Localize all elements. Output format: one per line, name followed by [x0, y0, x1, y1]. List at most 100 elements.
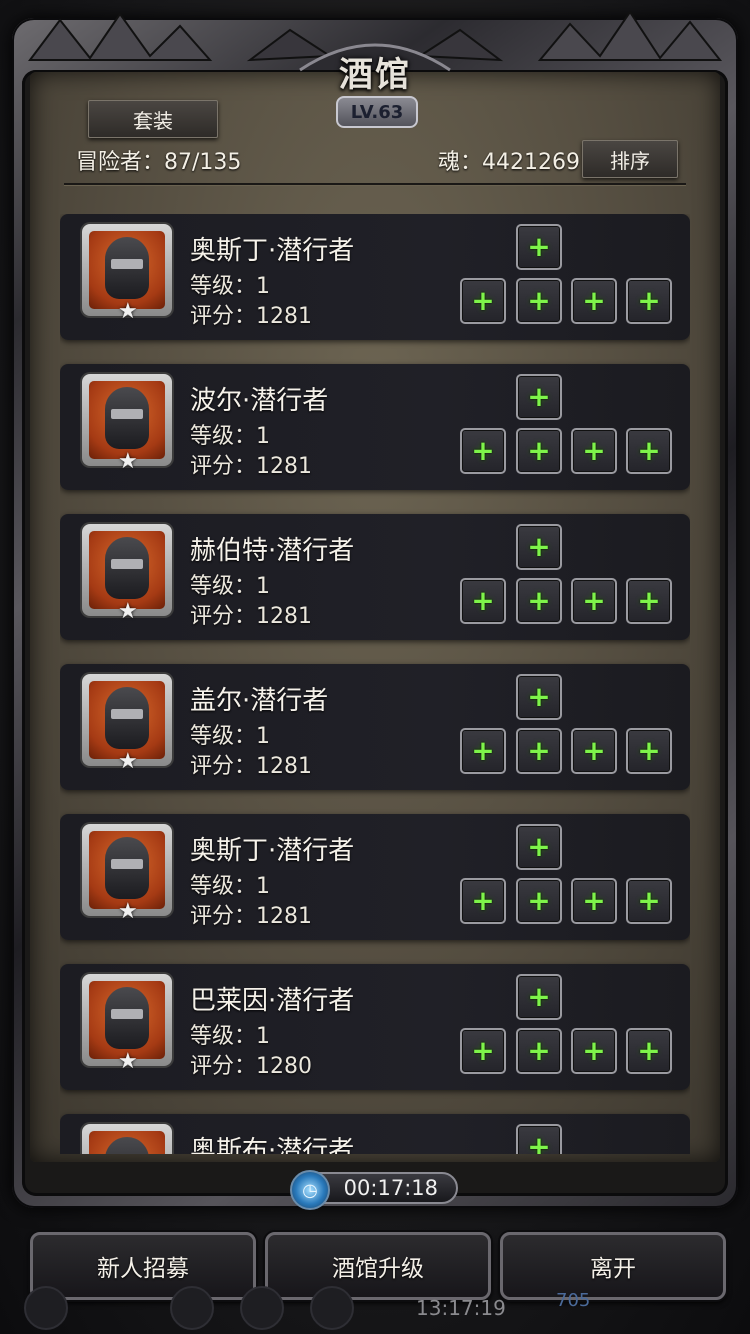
hero-portrait[interactable]: ★	[82, 674, 172, 774]
plus-icon: +	[582, 584, 606, 617]
equip-slot-accessory[interactable]: +	[626, 728, 672, 774]
equip-slot-head[interactable]: +	[516, 674, 562, 720]
hero-row[interactable]: ★ 赫伯特·潜行者 等级：1 评分：1281 + + + + +	[60, 514, 690, 640]
plus-icon: +	[582, 434, 606, 467]
hero-list[interactable]: ★ 奥斯丁·潜行者 等级：1 评分：1281 + + + + + ★ 波尔·潜行…	[60, 214, 690, 1154]
equip-slot-weapon[interactable]: +	[460, 278, 506, 324]
hero-portrait-art	[89, 231, 165, 309]
equip-slot-armor[interactable]: +	[516, 428, 562, 474]
plus-icon: +	[582, 734, 606, 767]
equip-slot-weapon[interactable]: +	[460, 428, 506, 474]
plus-icon: +	[527, 584, 551, 617]
status-number: 705	[556, 1290, 591, 1311]
upgrade-tavern-button[interactable]: 酒馆升级	[265, 1232, 491, 1300]
sort-button[interactable]: 排序	[582, 140, 678, 178]
equip-slot-ring[interactable]: +	[571, 728, 617, 774]
hero-portrait[interactable]: ★	[82, 224, 172, 324]
star-icon: ★	[118, 299, 138, 324]
equip-slot-armor[interactable]: +	[516, 728, 562, 774]
plus-icon: +	[637, 284, 661, 317]
plus-icon: +	[637, 434, 661, 467]
plus-icon: +	[527, 734, 551, 767]
star-icon: ★	[118, 599, 138, 624]
recruit-timer: ◷ 00:17:18	[290, 1170, 458, 1210]
divider	[64, 183, 686, 185]
equip-slot-accessory[interactable]: +	[626, 278, 672, 324]
plus-icon: +	[471, 884, 495, 917]
equip-slot-ring[interactable]: +	[571, 878, 617, 924]
equip-slot-weapon[interactable]: +	[460, 878, 506, 924]
visor-shape	[111, 859, 143, 869]
hero-portrait[interactable]: ★	[82, 824, 172, 924]
suit-button[interactable]: 套装	[88, 100, 218, 138]
equip-slot-ring[interactable]: +	[571, 278, 617, 324]
hero-row[interactable]: ★ 奥斯丁·潜行者 等级：1 评分：1281 + + + + +	[60, 214, 690, 340]
equip-slot-weapon[interactable]: +	[460, 1028, 506, 1074]
visor-shape	[111, 259, 143, 269]
hero-row[interactable]: ★ 奥斯布·潜行者 + + + + +	[60, 1114, 690, 1154]
hero-score: 评分：1281	[190, 754, 312, 779]
hero-level: 等级：1	[190, 874, 270, 899]
recruit-button[interactable]: 新人招募	[30, 1232, 256, 1300]
equip-slot-ring[interactable]: +	[571, 578, 617, 624]
equip-slot-armor[interactable]: +	[516, 1028, 562, 1074]
plus-icon: +	[471, 734, 495, 767]
equip-slot-accessory[interactable]: +	[626, 428, 672, 474]
plus-icon: +	[527, 230, 551, 263]
plus-icon: +	[637, 734, 661, 767]
equip-slot-accessory[interactable]: +	[626, 578, 672, 624]
hero-portrait[interactable]: ★	[82, 1124, 172, 1154]
hero-portrait-art	[89, 381, 165, 459]
equip-slot-ring[interactable]: +	[571, 1028, 617, 1074]
equip-slot-ring[interactable]: +	[571, 428, 617, 474]
plus-icon: +	[527, 830, 551, 863]
hero-portrait[interactable]: ★	[82, 524, 172, 624]
hero-portrait[interactable]: ★	[82, 974, 172, 1074]
equip-slot-head[interactable]: +	[516, 1124, 562, 1154]
plus-icon: +	[527, 980, 551, 1013]
hud-icon	[240, 1286, 284, 1330]
hud-icon	[24, 1286, 68, 1330]
plus-icon: +	[582, 284, 606, 317]
hero-row[interactable]: ★ 盖尔·潜行者 等级：1 评分：1281 + + + + +	[60, 664, 690, 790]
equip-slot-head[interactable]: +	[516, 224, 562, 270]
hero-portrait-art	[89, 681, 165, 759]
star-icon: ★	[118, 899, 138, 924]
hero-name: 奥斯丁·潜行者	[190, 836, 355, 866]
hero-score: 评分：1280	[190, 1054, 312, 1079]
equip-slot-armor[interactable]: +	[516, 878, 562, 924]
hero-row[interactable]: ★ 奥斯丁·潜行者 等级：1 评分：1281 + + + + +	[60, 814, 690, 940]
timer-text: 00:17:18	[343, 1176, 438, 1200]
plus-icon: +	[637, 584, 661, 617]
equip-slot-armor[interactable]: +	[516, 278, 562, 324]
hero-row[interactable]: ★ 波尔·潜行者 等级：1 评分：1281 + + + + +	[60, 364, 690, 490]
equip-slot-accessory[interactable]: +	[626, 878, 672, 924]
hero-name: 波尔·潜行者	[190, 386, 329, 416]
plus-icon: +	[471, 584, 495, 617]
equip-slot-head[interactable]: +	[516, 524, 562, 570]
visor-shape	[111, 709, 143, 719]
hero-row[interactable]: ★ 巴莱因·潜行者 等级：1 评分：1280 + + + + +	[60, 964, 690, 1090]
hero-portrait-art	[89, 1131, 165, 1154]
leave-button[interactable]: 离开	[500, 1232, 726, 1300]
equip-slot-head[interactable]: +	[516, 974, 562, 1020]
plus-icon: +	[471, 284, 495, 317]
plus-icon: +	[527, 530, 551, 563]
equip-slot-accessory[interactable]: +	[626, 1028, 672, 1074]
star-icon: ★	[118, 749, 138, 774]
hero-level: 等级：1	[190, 424, 270, 449]
hero-score: 评分：1281	[190, 904, 312, 929]
hero-portrait-art	[89, 831, 165, 909]
plus-icon: +	[527, 1034, 551, 1067]
hero-name: 盖尔·潜行者	[190, 686, 329, 716]
equip-slot-weapon[interactable]: +	[460, 578, 506, 624]
hud-icon	[310, 1286, 354, 1330]
plus-icon: +	[582, 884, 606, 917]
hero-portrait[interactable]: ★	[82, 374, 172, 474]
equip-slot-head[interactable]: +	[516, 824, 562, 870]
plus-icon: +	[527, 680, 551, 713]
status-clock: 13:17:19	[416, 1296, 506, 1320]
equip-slot-armor[interactable]: +	[516, 578, 562, 624]
equip-slot-weapon[interactable]: +	[460, 728, 506, 774]
equip-slot-head[interactable]: +	[516, 374, 562, 420]
